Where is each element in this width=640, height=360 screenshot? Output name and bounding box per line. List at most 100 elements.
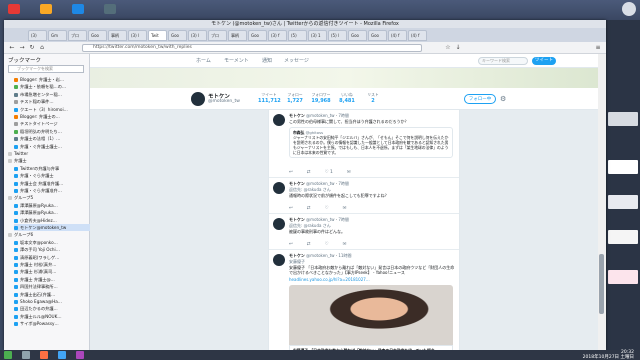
sidebar-item[interactable]: 弁護・ぐ弁護士護士…	[14, 143, 90, 150]
scrollbar-thumb[interactable]	[599, 254, 604, 314]
avatar[interactable]	[273, 114, 285, 126]
bookmark-search-input[interactable]: ブックマークを検索	[8, 65, 84, 73]
sidebar-item[interactable]: 弁護・ぐら弁護准弁…	[14, 187, 90, 194]
like-icon[interactable]: ♡	[325, 206, 329, 211]
card-image[interactable]	[289, 285, 453, 345]
url-bar[interactable]: https://twitter.com/motoken_tw/with_repl…	[82, 44, 422, 52]
back-icon[interactable]: ←	[8, 44, 16, 52]
download-icon[interactable]: ↓	[454, 44, 462, 52]
gear-icon[interactable]: ⚙	[500, 94, 510, 104]
message-icon[interactable]: ✉	[347, 170, 351, 175]
sidebar-item[interactable]: 坂本文幸@ponko…	[14, 239, 90, 246]
tweet-author[interactable]: モトケン	[289, 253, 305, 258]
sidebar-item[interactable]: Blogger: 弁護士・岩…	[14, 76, 90, 83]
start-icon[interactable]	[4, 351, 12, 359]
avatar[interactable]	[273, 218, 285, 230]
forward-icon[interactable]: →	[18, 44, 26, 52]
profile-stat[interactable]: いいね 8,481	[336, 92, 358, 104]
sidebar-item[interactable]: 弁護士の法相（1）…	[14, 135, 90, 142]
quoted-tweet[interactable]: 市森弘 @ghitoss ジャーナリストの安田純平「ジエルバ」さんが、「せもん」そ…	[289, 127, 453, 158]
reply-icon[interactable]: ↩	[289, 170, 293, 175]
sidebar-item[interactable]: Shoko Egawa@Ha…	[14, 298, 90, 305]
sidebar-item[interactable]: 弁護士 弁護士@…	[14, 276, 90, 283]
tweet-time[interactable]: 11時間	[338, 253, 351, 258]
reload-icon[interactable]: ↻	[28, 44, 36, 52]
browser-tab[interactable]: (3) f	[268, 30, 287, 41]
terminal-icon[interactable]	[104, 4, 116, 14]
reply-icon[interactable]: ↩	[289, 206, 293, 211]
app-icon[interactable]	[22, 351, 30, 359]
profile-stat[interactable]: リスト 2	[362, 92, 384, 104]
avatar[interactable]	[273, 182, 285, 194]
home-icon[interactable]: ⌂	[38, 44, 46, 52]
tweet-author[interactable]: モトケン	[289, 217, 305, 222]
browser-tab[interactable]: (4) f	[408, 30, 427, 41]
sidebar-item[interactable]: 小倉秀夫@Hidez…	[14, 217, 90, 224]
thumbnail[interactable]	[608, 230, 638, 244]
tweet-link[interactable]: headlines.yahoo.co.jp/hl?a=20181027…	[289, 277, 455, 282]
sidebar-item[interactable]: 弁護・ぐら弁護士	[14, 172, 90, 179]
tweet-time[interactable]: 7時間	[338, 181, 349, 186]
browser-tab[interactable]: Goo	[88, 30, 107, 41]
nav-moments[interactable]: モーメント	[224, 57, 249, 64]
avatar[interactable]	[190, 91, 206, 107]
tweet[interactable]: モトケン @motoken_tw · 11時間 安藤優子 安藤優子 「日本政府お敵か…	[269, 250, 459, 350]
scrollbar[interactable]	[598, 54, 606, 350]
nav-notifications[interactable]: 通知	[262, 57, 272, 64]
message-icon[interactable]: ✉	[343, 242, 347, 247]
app-icon[interactable]	[76, 351, 84, 359]
tweet-author[interactable]: モトケン	[289, 113, 305, 118]
tweet[interactable]: モトケン @motoken_tw · 7時間 返信先: @rakuda さん 被疑の…	[269, 214, 459, 250]
app-icon[interactable]	[72, 4, 84, 14]
sidebar-item[interactable]: 田辺たかるの弁護…	[14, 305, 90, 312]
folder-icon[interactable]	[40, 4, 52, 14]
sidebar-item[interactable]: 弁護士出石(弁護…	[14, 291, 90, 298]
profile-stat[interactable]: フォロワー 19,968	[310, 92, 332, 104]
tweet-time[interactable]: 7時間	[338, 217, 349, 222]
firefox-icon[interactable]	[40, 351, 48, 359]
tweet-time[interactable]: 7時間	[338, 113, 349, 118]
sidebar-item[interactable]: 弁護士 杉浦(真司…	[14, 268, 90, 275]
sidebar-item[interactable]: Twitter	[8, 150, 84, 157]
sidebar-item[interactable]: Twitterの弁護与弁事	[14, 165, 90, 172]
sidebar-item[interactable]: 澤の手司 Yoji Ochi…	[14, 246, 90, 253]
retweet-icon[interactable]: ⇄	[307, 170, 311, 175]
browser-tab[interactable]: 事柄	[108, 30, 127, 41]
browser-tab[interactable]: 事柄	[228, 30, 247, 41]
browser-tab[interactable]: Goo	[348, 30, 367, 41]
browser-tab[interactable]: (5) l	[328, 30, 347, 41]
sidebar-item[interactable]: 弁護士会 弁護准弁護…	[14, 180, 90, 187]
browser-tab[interactable]: ブロ	[208, 30, 227, 41]
browser-tab[interactable]: Twit	[148, 30, 167, 41]
tweet-button[interactable]: ツイート	[532, 57, 556, 65]
browser-tab[interactable]: (3) l	[128, 30, 147, 41]
browser-tab[interactable]: Goo	[168, 30, 187, 41]
browser-tab[interactable]: Goo	[248, 30, 267, 41]
like-icon[interactable]: ♡	[325, 242, 329, 247]
retweet-icon[interactable]: ⇄	[307, 206, 311, 211]
browser-tab[interactable]: Goo	[368, 30, 387, 41]
menu-icon[interactable]: ≡	[594, 44, 602, 52]
browser-tab[interactable]: (3) 1	[308, 30, 327, 41]
thumbnail[interactable]	[608, 112, 638, 126]
sidebar-item[interactable]: クエート（3）hiromoi…	[14, 106, 90, 113]
twitter-search-input[interactable]: キーワード検索	[478, 57, 528, 65]
tweet[interactable]: モトケン @motoken_tw · 7時間 返信先: @rakuda さん 通報時…	[269, 178, 459, 214]
nav-messages[interactable]: メッセージ	[284, 57, 309, 64]
tweet[interactable]: モトケン @motoken_tw · 7時間 この男性の伯母様事に関して、担当弁ほ…	[269, 110, 459, 178]
tweet-author[interactable]: モトケン	[289, 181, 305, 186]
browser-tab[interactable]: (4) f	[388, 30, 407, 41]
sidebar-item[interactable]: 澤澤藤原@Ryuka…	[14, 202, 90, 209]
sidebar-item[interactable]: 四国共法律事務所…	[14, 283, 90, 290]
sidebar-item[interactable]: サイボ@Powassy…	[14, 320, 90, 327]
sidebar-item[interactable]: 弁護士ルル@NOUK…	[14, 313, 90, 320]
sidebar-item[interactable]: 市場急増センター稲…	[14, 91, 90, 98]
profile-stat[interactable]: ツイート 111,712	[258, 92, 281, 104]
reply-icon[interactable]: ↩	[289, 242, 293, 247]
avatar[interactable]	[273, 254, 285, 266]
sidebar-item[interactable]: グループ5	[8, 194, 84, 201]
sidebar-item[interactable]: 清原義昭(ワラしゲ…	[14, 254, 90, 261]
sidebar-item[interactable]: 澤澤藤原@Ryuka…	[14, 209, 90, 216]
retweet-icon[interactable]: ⇄	[307, 242, 311, 247]
sidebar-item[interactable]: 弁護士・依頼を稲…の…	[14, 83, 90, 90]
